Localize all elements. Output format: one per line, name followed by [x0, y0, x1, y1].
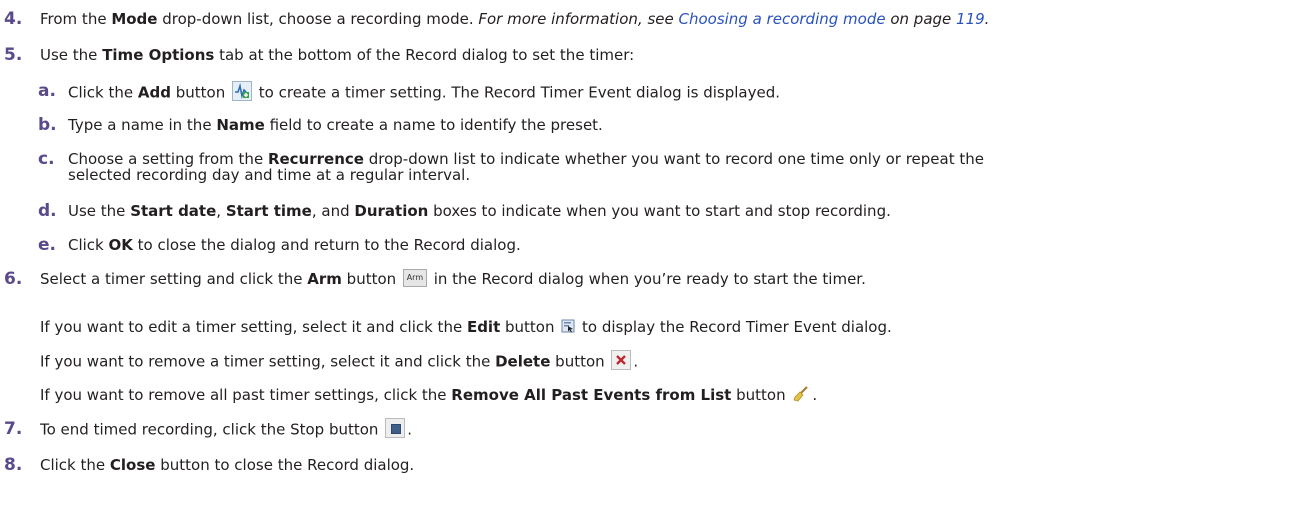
ok-label: OK — [108, 236, 133, 254]
substep-letter: c. — [38, 149, 55, 169]
step-text: To end timed recording, click the Stop b… — [40, 418, 1289, 440]
text-run: Click the — [40, 456, 110, 474]
text-run: If you want to edit a timer setting, sel… — [40, 318, 467, 336]
step-text: Select a timer setting and click the Arm… — [40, 268, 1289, 289]
edit-icon — [561, 319, 575, 333]
substep-text: Click the Add button to create a timer s… — [68, 81, 1293, 103]
name-label: Name — [216, 116, 265, 134]
stop-icon — [385, 418, 406, 438]
delete-label: Delete — [495, 352, 551, 371]
text-run: Type a name in the — [68, 116, 217, 134]
arm-icon: Arm — [402, 268, 427, 287]
recording-mode-link[interactable]: Choosing a recording mode — [678, 10, 885, 28]
text-run: To end timed recording, click the Stop b… — [40, 420, 384, 439]
text-run: boxes to indicate when you want to start… — [428, 202, 891, 220]
text-run: button — [341, 270, 401, 288]
substep-text: Use the Start date, Start time, and Dura… — [68, 203, 1293, 219]
text-run: field to create a name to identify the p… — [264, 116, 603, 134]
time-options-label: Time Options — [102, 46, 215, 64]
text-run: drop-down list, choose a recording mode. — [157, 10, 479, 28]
text-run: , and — [311, 202, 355, 220]
text-run: to create a timer setting. The Record Ti… — [254, 83, 781, 102]
page-119-link[interactable]: 119 — [956, 10, 985, 28]
mode-label: Mode — [111, 10, 158, 28]
text-run: to close the dialog and return to the Re… — [132, 236, 521, 254]
remove-past-events-icon — [792, 385, 810, 403]
text-run: . — [633, 352, 639, 371]
text-run: selected recording day and time at a reg… — [68, 166, 471, 184]
step-number: 5. — [4, 45, 23, 65]
text-run: button — [500, 318, 560, 336]
text-run: . — [407, 420, 412, 439]
step-number: 8. — [4, 455, 23, 475]
substep-text: Choose a setting from the Recurrence dro… — [68, 151, 1293, 183]
text-run: If you want to remove a timer setting, s… — [40, 352, 496, 371]
text-run: From the — [40, 10, 112, 28]
text-run: Click the — [68, 83, 138, 102]
add-label: Add — [137, 83, 171, 102]
step-text: Use the Time Options tab at the bottom o… — [40, 46, 1289, 64]
delete-paragraph: If you want to remove a timer setting, s… — [40, 350, 639, 372]
text-run: Use the — [68, 202, 131, 220]
remove-past-paragraph: If you want to remove all past timer set… — [40, 385, 818, 405]
duration-label: Duration — [354, 202, 429, 220]
text-run: tab at the bottom of the Record dialog t… — [214, 46, 635, 64]
text-run: If you want to remove all past timer set… — [40, 386, 452, 404]
text-run: Select a timer setting and click the — [40, 270, 308, 288]
text-run: button — [550, 352, 610, 371]
substep-letter: b. — [38, 115, 57, 135]
text-run: button — [731, 386, 791, 404]
step-number: 6. — [4, 269, 23, 289]
start-date-label: Start date — [130, 202, 217, 220]
delete-icon — [611, 350, 632, 370]
text-run: in the Record dialog when you’re ready t… — [428, 270, 866, 288]
step-number: 4. — [4, 9, 23, 29]
start-time-label: Start time — [225, 202, 312, 220]
text-run: For more information, see — [478, 10, 679, 28]
step-text: From the Mode drop-down list, choose a r… — [40, 10, 1289, 28]
text-run: Use the — [40, 46, 103, 64]
text-run: . — [984, 10, 990, 28]
step-text: Click the Close button to close the Reco… — [40, 456, 1289, 474]
text-run: on page — [885, 10, 957, 28]
text-run: button — [171, 83, 231, 102]
substep-letter: a. — [38, 81, 56, 101]
add-timer-icon — [232, 81, 253, 101]
step-number: 7. — [4, 419, 23, 439]
text-run: Click — [68, 236, 109, 254]
substep-text: Type a name in the Name field to create … — [68, 117, 1293, 133]
text-run: , — [216, 202, 226, 220]
close-label: Close — [109, 456, 156, 474]
text-run: . — [812, 386, 818, 404]
remove-all-label: Remove All Past Events from List — [451, 386, 732, 404]
substep-letter: e. — [38, 235, 56, 255]
substep-letter: d. — [38, 201, 57, 221]
text-run: button to close the Record dialog. — [155, 456, 415, 474]
edit-label: Edit — [466, 318, 501, 336]
substep-text: Click OK to close the dialog and return … — [68, 237, 1293, 253]
arm-label: Arm — [307, 270, 342, 288]
edit-paragraph: If you want to edit a timer setting, sel… — [40, 318, 892, 336]
document-page: 4. From the Mode drop-down list, choose … — [0, 0, 1297, 527]
text-run: to display the Record Timer Event dialog… — [577, 318, 892, 336]
